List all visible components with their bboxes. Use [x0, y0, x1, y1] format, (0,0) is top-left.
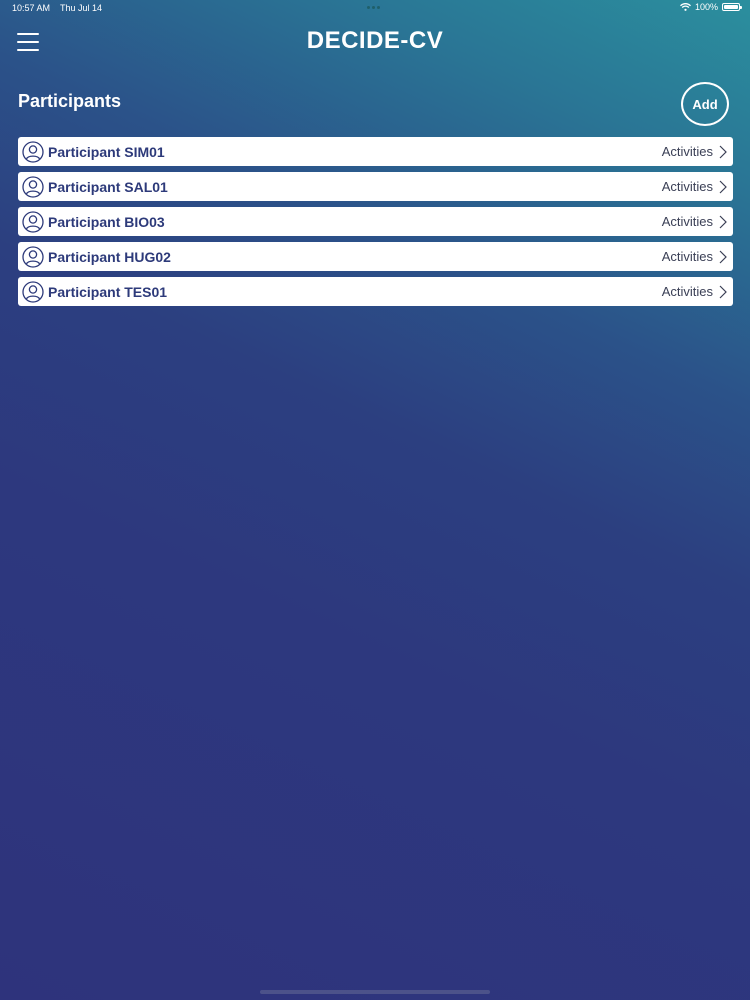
activities-label: Activities	[661, 179, 713, 194]
app-title: DECIDE-CV	[306, 27, 444, 54]
chevron-right-icon	[719, 180, 727, 194]
user-avatar-icon	[22, 210, 44, 233]
battery-percentage: 100%	[694, 2, 718, 12]
participant-name: Participant SIM01	[48, 143, 165, 160]
status-indicators: 100%	[680, 2, 742, 12]
participants-heading: Participants	[18, 91, 122, 111]
battery-icon	[722, 3, 742, 11]
participant-row[interactable]: Participant SIM01 Activities	[18, 137, 733, 166]
activities-label: Activities	[661, 249, 713, 264]
activities-link[interactable]: Activities	[662, 172, 727, 201]
participant-row[interactable]: Participant TES01 Activities	[18, 277, 733, 306]
home-indicator[interactable]	[260, 990, 490, 994]
user-avatar-icon	[22, 175, 44, 198]
activities-label: Activities	[661, 214, 713, 229]
participant-name: Participant HUG02	[48, 248, 171, 265]
participant-name: Participant SAL01	[48, 178, 168, 195]
activities-link[interactable]: Activities	[662, 207, 727, 236]
user-avatar-icon	[22, 140, 44, 163]
status-date: Thu Jul 14	[60, 3, 103, 13]
participant-row[interactable]: Participant BIO03 Activities	[18, 207, 733, 236]
activities-label: Activities	[661, 284, 713, 299]
chevron-right-icon	[719, 145, 727, 159]
activities-link[interactable]: Activities	[662, 277, 727, 306]
participant-name: Participant TES01	[48, 283, 168, 300]
status-time: 10:57 AM	[12, 3, 51, 13]
activities-label: Activities	[661, 144, 713, 159]
user-avatar-icon	[22, 280, 44, 303]
participant-list: Participant SIM01 Activities Participant…	[18, 137, 733, 312]
participant-row[interactable]: Participant SAL01 Activities	[18, 172, 733, 201]
activities-link[interactable]: Activities	[662, 137, 727, 166]
chevron-right-icon	[719, 285, 727, 299]
participant-name: Participant BIO03	[48, 213, 165, 230]
participant-row[interactable]: Participant HUG02 Activities	[18, 242, 733, 271]
multitasking-dots-icon[interactable]	[367, 6, 380, 9]
activities-link[interactable]: Activities	[662, 242, 727, 271]
chevron-right-icon	[719, 215, 727, 229]
add-participant-button[interactable]: Add	[681, 82, 729, 126]
status-bar: 10:57 AM Thu Jul 14 100%	[0, 0, 750, 18]
wifi-icon	[680, 3, 691, 11]
user-avatar-icon	[22, 245, 44, 268]
chevron-right-icon	[719, 250, 727, 264]
